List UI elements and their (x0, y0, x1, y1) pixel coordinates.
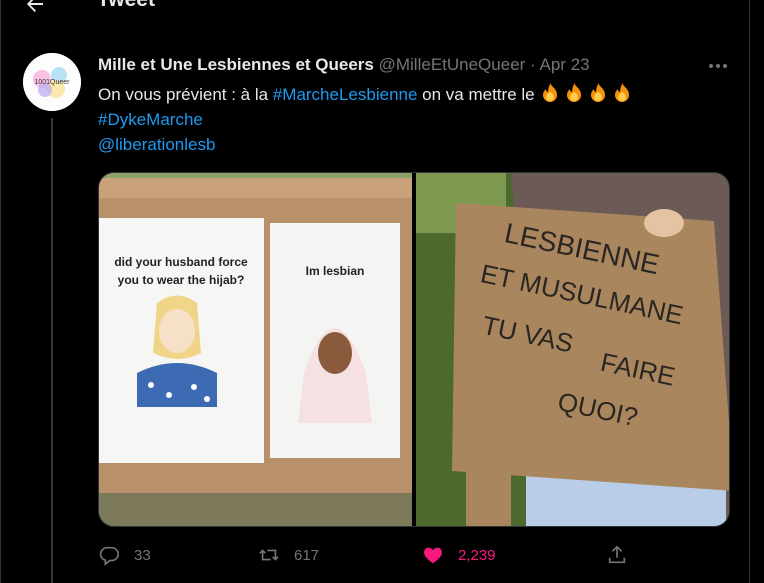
fire-emoji (591, 83, 606, 102)
poster-caption-line1: did your husband force (114, 255, 248, 269)
reply-button[interactable]: 33 (98, 544, 151, 566)
protest-poster-image: did your husband force you to wear the h… (99, 173, 412, 526)
separator: · (530, 55, 536, 74)
tweet-text-line3: @liberationlesb (98, 132, 215, 157)
fire-emoji (543, 83, 558, 102)
fire-emoji (615, 83, 630, 102)
poster-caption-line2: you to wear the hijab? (118, 273, 245, 287)
media-image-2[interactable]: LESBIENNE ET MUSULMANE TU VAS FAIRE QUOI… (415, 173, 729, 526)
retweet-button[interactable]: 617 (258, 544, 319, 566)
retweet-icon (259, 549, 279, 561)
like-button[interactable]: 2,239 (422, 544, 496, 566)
cardboard-sign-image: LESBIENNE ET MUSULMANE TU VAS FAIRE QUOI… (415, 173, 729, 526)
tweet-text-middle: on va mettre le (417, 85, 540, 104)
fire-emoji (567, 83, 582, 102)
like-count: 2,239 (458, 546, 496, 564)
back-arrow-icon[interactable] (23, 0, 47, 16)
share-icon (608, 545, 626, 564)
media-grid: did your husband force you to wear the h… (98, 172, 730, 527)
reply-icon (99, 546, 119, 566)
tweet-actions: 33 617 2,239 (98, 544, 638, 568)
thread-line (51, 118, 53, 583)
tweet-text-line2: #DykeMarche (98, 107, 203, 132)
tweet-text-prefix: On vous prévient : à la (98, 85, 273, 104)
tweet-date[interactable]: Apr 23 (540, 55, 590, 74)
tweet-page: Tweet 1001Queer Mille et Une Lesbiennes … (0, 0, 750, 583)
poster-caption-right: Im lesbian (306, 264, 365, 278)
header: Tweet (1, 0, 749, 24)
author-handle[interactable]: @MilleEtUneQueer (379, 55, 526, 74)
more-icon[interactable] (707, 56, 729, 76)
reply-count: 33 (134, 546, 151, 564)
media-image-1[interactable]: did your husband force you to wear the h… (99, 173, 413, 526)
heart-icon (424, 547, 442, 564)
hashtag-marche-lesbienne[interactable]: #MarcheLesbienne (273, 85, 418, 104)
tweet-meta: Mille et Une Lesbiennes et Queers @Mille… (98, 55, 590, 75)
avatar-logo-text: 1001Queer (34, 79, 70, 86)
share-button[interactable] (606, 544, 628, 566)
tweet-text-line1: On vous prévient : à la #MarcheLesbienne… (98, 82, 635, 107)
retweet-count: 617 (294, 546, 320, 564)
page-title: Tweet (97, 0, 155, 12)
author-name[interactable]: Mille et Une Lesbiennes et Queers (98, 55, 374, 74)
mention-liberationlesb[interactable]: @liberationlesb (98, 135, 215, 154)
hashtag-dyke-marche[interactable]: #DykeMarche (98, 110, 203, 129)
avatar[interactable]: 1001Queer (23, 53, 81, 111)
